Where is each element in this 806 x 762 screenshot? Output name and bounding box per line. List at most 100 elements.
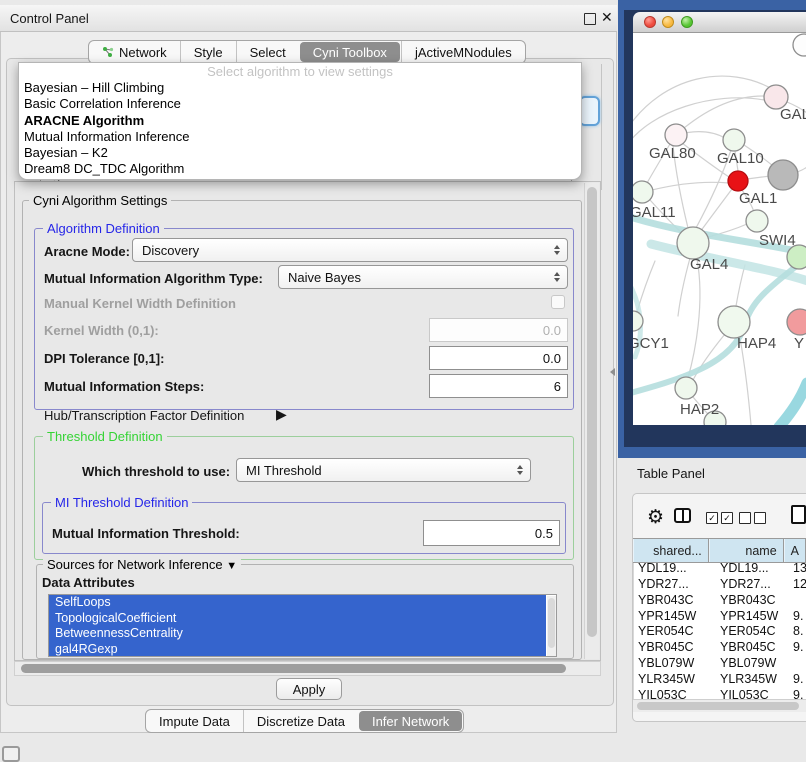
apply-button[interactable]: Apply bbox=[276, 678, 342, 700]
tab-label: Select bbox=[250, 45, 286, 60]
field-value: 0.5 bbox=[535, 526, 553, 541]
table-row[interactable]: YDL19...YDL19...13 bbox=[634, 561, 806, 577]
traffic-light-close-icon[interactable] bbox=[644, 16, 656, 28]
tab-style[interactable]: Style bbox=[180, 41, 236, 63]
node-GAL11[interactable] bbox=[633, 181, 653, 203]
which-threshold-combo[interactable]: MI Threshold bbox=[236, 458, 531, 482]
aracne-mode-label: Aracne Mode: bbox=[44, 244, 130, 259]
algorithm-option[interactable]: Mutual Information Inference bbox=[19, 129, 581, 145]
node-SWI4[interactable] bbox=[746, 210, 768, 232]
data-attribute-item[interactable]: TopologicalCoefficient bbox=[49, 611, 546, 627]
horizontal-scrollbar-thumb[interactable] bbox=[21, 664, 566, 673]
control-panel-tabbar: Network Style Select Cyni Toolbox jActiv… bbox=[88, 40, 526, 64]
table-row[interactable]: YER054CYER054C8. bbox=[634, 624, 806, 640]
data-attributes-list[interactable]: SelfLoopsTopologicalCoefficientBetweenne… bbox=[48, 594, 557, 657]
collapsed-arrow-icon[interactable]: ▶ bbox=[276, 406, 287, 423]
tab-cyni-toolbox[interactable]: Cyni Toolbox bbox=[300, 42, 400, 62]
node-salmon[interactable] bbox=[787, 309, 806, 335]
kernel-width-label: Kernel Width (0,1): bbox=[44, 323, 159, 338]
tab-network[interactable]: Network bbox=[89, 41, 180, 63]
horizontal-scrollbar[interactable] bbox=[14, 661, 601, 676]
table-cell: YER054C bbox=[711, 624, 787, 640]
mi-threshold-field[interactable]: 0.5 bbox=[423, 520, 560, 546]
node-GAL10[interactable] bbox=[723, 129, 745, 151]
table-row[interactable]: YBR043CYBR043C bbox=[634, 593, 806, 609]
node-label: HAP2 bbox=[680, 401, 719, 418]
node-HAP4[interactable] bbox=[718, 306, 750, 338]
column-header-name[interactable]: name bbox=[709, 539, 784, 562]
table-row[interactable]: YDR27...YDR27...12 bbox=[634, 577, 806, 593]
traffic-light-zoom-icon[interactable] bbox=[681, 16, 693, 28]
deselect-columns-icon[interactable] bbox=[739, 512, 766, 524]
table-cell: 9. bbox=[787, 609, 806, 625]
column-header-cut[interactable]: A bbox=[784, 539, 806, 562]
tab-select[interactable]: Select bbox=[236, 41, 299, 63]
table-cell bbox=[787, 593, 806, 609]
group-title: Threshold Definition bbox=[43, 429, 167, 444]
table-row[interactable]: YIL053CYIL053C9. bbox=[634, 688, 806, 699]
vertical-scrollbar-thumb[interactable] bbox=[587, 187, 597, 637]
background-combo-focused-stub[interactable] bbox=[579, 96, 600, 126]
tab-impute-data[interactable]: Impute Data bbox=[146, 710, 243, 732]
aracne-mode-combo[interactable]: Discovery bbox=[132, 238, 568, 262]
algorithm-option[interactable]: Bayesian – Hill Climbing bbox=[19, 80, 581, 96]
group-title: Sources for Network Inference ▼ bbox=[43, 557, 241, 572]
select-columns-icon[interactable]: ✓ ✓ bbox=[706, 512, 733, 524]
list-scrollbar[interactable] bbox=[547, 596, 556, 657]
tab-infer-network[interactable]: Infer Network bbox=[359, 711, 462, 731]
corner-mini-button[interactable] bbox=[2, 746, 20, 762]
list-scrollbar-thumb[interactable] bbox=[548, 598, 555, 648]
table-header: shared... name A bbox=[633, 538, 806, 563]
split-view-icon[interactable] bbox=[674, 508, 691, 523]
sources-title: Sources for Network Inference bbox=[47, 557, 223, 572]
node-gray[interactable] bbox=[768, 160, 798, 190]
kernel-width-field[interactable]: 0.0 bbox=[429, 318, 568, 342]
dpi-tolerance-field[interactable]: 0.0 bbox=[429, 346, 568, 370]
column-header-shared[interactable]: shared... bbox=[633, 539, 709, 562]
algorithm-option[interactable]: Bayesian – K2 bbox=[19, 145, 581, 161]
node-GAL1[interactable] bbox=[728, 171, 748, 191]
gear-icon[interactable]: ⚙ bbox=[647, 506, 664, 529]
algorithm-option[interactable]: Basic Correlation Inference bbox=[19, 96, 581, 112]
data-attribute-item[interactable]: BetweennessCentrality bbox=[49, 626, 546, 642]
close-icon[interactable]: ✕ bbox=[601, 9, 613, 26]
group-title: Cyni Algorithm Settings bbox=[29, 193, 171, 208]
manual-kernel-checkbox[interactable] bbox=[551, 295, 565, 309]
data-attribute-item[interactable]: SelfLoops bbox=[49, 595, 546, 611]
traffic-light-minimize-icon[interactable] bbox=[662, 16, 674, 28]
algorithm-option[interactable]: Dream8 DC_TDC Algorithm bbox=[19, 161, 581, 177]
table-cell: YPR145W bbox=[634, 609, 711, 625]
algorithm-option[interactable]: ARACNE Algorithm bbox=[19, 113, 581, 129]
network-canvas[interactable]: GAL GAL80 GAL10 GAL1 GAL11 SWI4 GAL4 GCY… bbox=[633, 33, 806, 425]
table-cell: 9. bbox=[787, 640, 806, 656]
tab-label: Network bbox=[119, 45, 167, 60]
tab-jactivemnodules[interactable]: jActiveMNodules bbox=[401, 41, 525, 63]
hub-tf-definition-toggle[interactable]: Hub/Transcription Factor Definition bbox=[44, 408, 244, 423]
mi-algorithm-type-combo[interactable]: Naive Bayes bbox=[278, 265, 568, 289]
table-row[interactable]: YBL079WYBL079W bbox=[634, 656, 806, 672]
tab-label: Style bbox=[194, 45, 223, 60]
mi-steps-field[interactable]: 6 bbox=[429, 374, 568, 398]
table-row[interactable]: YPR145WYPR145W9. bbox=[634, 609, 806, 625]
node-HAP2[interactable] bbox=[675, 377, 697, 399]
expanded-arrow-icon[interactable]: ▼ bbox=[226, 560, 237, 572]
node-GAL80[interactable] bbox=[665, 124, 687, 146]
table-cell: YBR045C bbox=[711, 640, 787, 656]
vertical-scrollbar[interactable] bbox=[584, 183, 599, 659]
new-document-icon[interactable] bbox=[791, 505, 806, 524]
table-cell: YBL079W bbox=[634, 656, 711, 672]
table-cell: YLR345W bbox=[711, 672, 787, 688]
data-attribute-item[interactable]: gal4RGexp bbox=[49, 642, 546, 657]
tab-discretize-data[interactable]: Discretize Data bbox=[243, 710, 358, 732]
splitpane-collapse-icon[interactable] bbox=[610, 368, 615, 376]
node-GAL4[interactable] bbox=[677, 227, 709, 259]
network-window-titlebar[interactable] bbox=[633, 12, 806, 33]
float-window-icon[interactable] bbox=[584, 13, 596, 25]
table-row[interactable]: YLR345WYLR345W9. bbox=[634, 672, 806, 688]
field-value: 0.0 bbox=[543, 323, 561, 338]
table-cell: YDR27... bbox=[634, 577, 711, 593]
table-horizontal-scrollbar[interactable] bbox=[633, 699, 806, 712]
table-horizontal-scrollbar-thumb[interactable] bbox=[637, 702, 799, 710]
node[interactable] bbox=[793, 34, 806, 56]
table-row[interactable]: YBR045CYBR045C9. bbox=[634, 640, 806, 656]
